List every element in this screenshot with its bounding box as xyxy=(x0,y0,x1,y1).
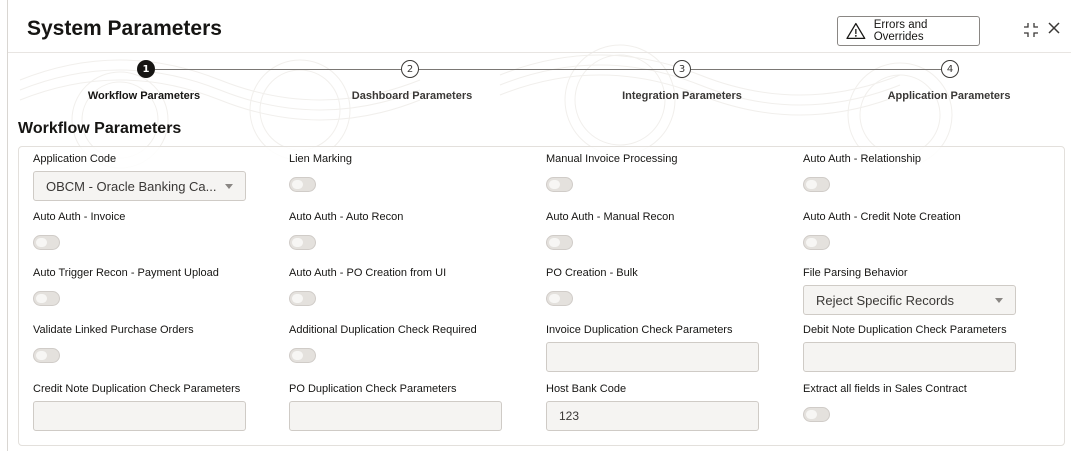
host-bank-code-input[interactable]: 123 xyxy=(546,401,759,431)
auto-auth-po-creation-toggle[interactable] xyxy=(289,291,316,306)
auto-auth-credit-note-toggle[interactable] xyxy=(803,235,830,250)
window-left-border xyxy=(7,0,8,451)
extract-all-fields-label: Extract all fields in Sales Contract xyxy=(803,383,967,395)
invoice-duplication-params-input[interactable] xyxy=(546,342,759,372)
step-4-indicator[interactable]: 4 xyxy=(941,60,959,78)
lien-marking-toggle[interactable] xyxy=(289,177,316,192)
lien-marking-label: Lien Marking xyxy=(289,153,352,165)
chevron-down-icon xyxy=(995,298,1003,303)
auto-auth-invoice-label: Auto Auth - Invoice xyxy=(33,211,126,223)
collapse-icon[interactable] xyxy=(1023,22,1039,38)
auto-auth-manual-recon-toggle[interactable] xyxy=(546,235,573,250)
manual-invoice-processing-label: Manual Invoice Processing xyxy=(546,153,678,165)
auto-auth-manual-recon-label: Auto Auth - Manual Recon xyxy=(546,211,675,223)
application-code-value: OBCM - Oracle Banking Ca... xyxy=(46,178,217,194)
debit-note-duplication-params-input[interactable] xyxy=(803,342,1016,372)
page-header: System Parameters Errors and Overrides xyxy=(0,0,1071,52)
chevron-down-icon xyxy=(225,184,233,189)
step-4-label[interactable]: Application Parameters xyxy=(888,90,1011,102)
step-connector xyxy=(691,69,941,70)
errors-and-overrides-button[interactable]: Errors and Overrides xyxy=(837,16,980,46)
application-code-label: Application Code xyxy=(33,153,117,165)
extract-all-fields-toggle[interactable] xyxy=(803,407,830,422)
auto-auth-relationship-label: Auto Auth - Relationship xyxy=(803,153,922,165)
step-1-indicator[interactable]: 1 xyxy=(137,60,155,78)
warning-triangle-icon xyxy=(846,22,866,40)
step-3-indicator[interactable]: 3 xyxy=(673,60,691,78)
invoice-duplication-params-label: Invoice Duplication Check Parameters xyxy=(546,324,733,336)
file-parsing-behavior-select[interactable]: Reject Specific Records xyxy=(803,285,1016,315)
auto-trigger-recon-toggle[interactable] xyxy=(33,291,60,306)
step-connector xyxy=(155,69,401,70)
step-2-indicator[interactable]: 2 xyxy=(401,60,419,78)
po-duplication-params-input[interactable] xyxy=(289,401,502,431)
auto-auth-po-creation-label: Auto Auth - PO Creation from UI xyxy=(289,267,447,279)
additional-duplication-check-label: Additional Duplication Check Required xyxy=(289,324,477,336)
credit-note-duplication-params-label: Credit Note Duplication Check Parameters xyxy=(33,383,241,395)
po-creation-bulk-label: PO Creation - Bulk xyxy=(546,267,638,279)
auto-auth-invoice-toggle[interactable] xyxy=(33,235,60,250)
header-divider xyxy=(8,52,1071,53)
additional-duplication-check-toggle[interactable] xyxy=(289,348,316,363)
credit-note-duplication-params-input[interactable] xyxy=(33,401,246,431)
step-3-label[interactable]: Integration Parameters xyxy=(622,90,742,102)
auto-auth-relationship-toggle[interactable] xyxy=(803,177,830,192)
step-connector xyxy=(419,69,673,70)
auto-auth-credit-note-label: Auto Auth - Credit Note Creation xyxy=(803,211,961,223)
po-duplication-params-label: PO Duplication Check Parameters xyxy=(289,383,457,395)
validate-linked-po-label: Validate Linked Purchase Orders xyxy=(33,324,194,336)
auto-auth-auto-recon-toggle[interactable] xyxy=(289,235,316,250)
page-title: System Parameters xyxy=(27,17,222,40)
validate-linked-po-toggle[interactable] xyxy=(33,348,60,363)
file-parsing-behavior-value: Reject Specific Records xyxy=(816,292,954,308)
debit-note-duplication-params-label: Debit Note Duplication Check Parameters xyxy=(803,324,1007,336)
section-title: Workflow Parameters xyxy=(18,120,182,137)
step-1-label[interactable]: Workflow Parameters xyxy=(88,90,200,102)
auto-auth-auto-recon-label: Auto Auth - Auto Recon xyxy=(289,211,404,223)
po-creation-bulk-toggle[interactable] xyxy=(546,291,573,306)
file-parsing-behavior-label: File Parsing Behavior xyxy=(803,267,908,279)
manual-invoice-processing-toggle[interactable] xyxy=(546,177,573,192)
application-code-select[interactable]: OBCM - Oracle Banking Ca... xyxy=(33,171,246,201)
auto-trigger-recon-label: Auto Trigger Recon - Payment Upload xyxy=(33,267,219,279)
step-2-label[interactable]: Dashboard Parameters xyxy=(352,90,472,102)
close-icon[interactable] xyxy=(1046,20,1062,36)
host-bank-code-label: Host Bank Code xyxy=(546,383,627,395)
errors-button-label: Errors and Overrides xyxy=(873,19,928,43)
